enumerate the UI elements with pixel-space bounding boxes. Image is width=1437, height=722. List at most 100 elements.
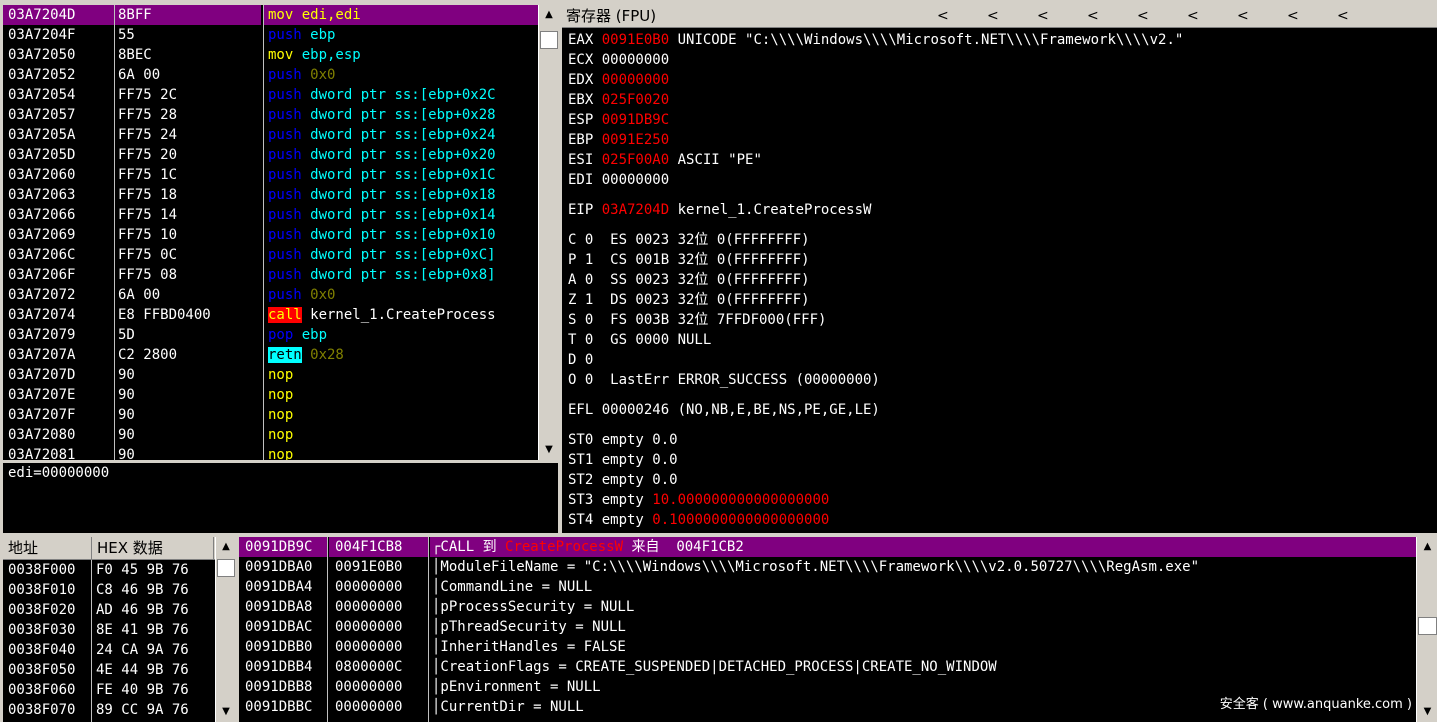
disasm-address[interactable]: 03A72069	[3, 225, 114, 245]
disasm-hex[interactable]: 5D	[115, 325, 261, 345]
stack-comment[interactable]: │pProcessSecurity = NULL	[430, 597, 1416, 617]
stack-row[interactable]: 0091DBA0 0091E0B0 │ModuleFileName = "C:\\\…	[239, 557, 1416, 577]
dump-row[interactable]: 0038F050 4E 44 9B 76	[3, 660, 215, 680]
disasm-hex[interactable]: FF75 20	[115, 145, 261, 165]
stack-address[interactable]: 0091DBB0	[239, 637, 327, 657]
register-line[interactable]: EBP 0091E250	[568, 130, 669, 150]
disasm-command[interactable]: push dword ptr ss:[ebp+0x1C	[264, 165, 538, 185]
disasm-hex[interactable]: 8BEC	[115, 45, 261, 65]
dump-address[interactable]: 0038F050	[3, 660, 91, 680]
stack-row[interactable]: 0091DBA8 00000000 │pProcessSecurity = NULL	[239, 597, 1416, 617]
disasm-row[interactable]: 03A72063 FF75 18 push dword ptr ss:[ebp+0x…	[3, 185, 538, 205]
disasm-hex[interactable]: 90	[115, 385, 261, 405]
disasm-address[interactable]: 03A72074	[3, 305, 114, 325]
scroll-up-icon[interactable]: ▲	[539, 7, 559, 23]
stack-address[interactable]: 0091DBA0	[239, 557, 327, 577]
dump-row[interactable]: 0038F060 FE 40 9B 76	[3, 680, 215, 700]
disasm-address[interactable]: 03A72050	[3, 45, 114, 65]
scroll-thumb[interactable]	[540, 31, 558, 49]
disasm-address[interactable]: 03A72079	[3, 325, 114, 345]
stack-address[interactable]: 0091DBA4	[239, 577, 327, 597]
scroll-thumb[interactable]	[1418, 617, 1437, 635]
scroll-up-icon[interactable]: ▲	[216, 539, 236, 555]
register-line[interactable]: ST0 empty 0.0	[568, 430, 678, 450]
disasm-address[interactable]: 03A72072	[3, 285, 114, 305]
disasm-address[interactable]: 03A72052	[3, 65, 114, 85]
disasm-command[interactable]: mov edi,edi	[264, 5, 538, 25]
disasm-row[interactable]: 03A7204D 8BFF mov edi,edi	[3, 5, 538, 25]
disasm-address[interactable]: 03A7205D	[3, 145, 114, 165]
disasm-hex[interactable]: 90	[115, 405, 261, 425]
register-line[interactable]: ECX 00000000	[568, 50, 669, 70]
disasm-hex[interactable]: FF75 2C	[115, 85, 261, 105]
disasm-address[interactable]: 03A7206C	[3, 245, 114, 265]
collapse-arrow-icon[interactable]: <	[1337, 5, 1349, 27]
stack-value[interactable]: 00000000	[329, 697, 428, 717]
register-line[interactable]: D 0	[568, 350, 593, 370]
disasm-command[interactable]: push dword ptr ss:[ebp+0x18	[264, 185, 538, 205]
disasm-row[interactable]: 03A7207D 90 nop	[3, 365, 538, 385]
dump-pane[interactable]: 0038F000 F0 45 9B 76 0038F010 C8 46 9B 76 00…	[3, 560, 215, 722]
disasm-hex[interactable]: C2 2800	[115, 345, 261, 365]
register-line[interactable]: ST4 empty 0.1000000000000000000	[568, 510, 829, 530]
disasm-address[interactable]: 03A7207A	[3, 345, 114, 365]
dump-address[interactable]: 0038F000	[3, 560, 91, 580]
disasm-command[interactable]: retn 0x28	[264, 345, 538, 365]
disasm-row[interactable]: 03A7207E 90 nop	[3, 385, 538, 405]
disasm-row[interactable]: 03A72069 FF75 10 push dword ptr ss:[ebp+0x…	[3, 225, 538, 245]
register-line[interactable]: S 0 FS 003B 32位 7FFDF000(FFF)	[568, 310, 826, 330]
dump-row[interactable]: 0038F020 AD 46 9B 76	[3, 600, 215, 620]
disasm-command[interactable]: push dword ptr ss:[ebp+0xC]	[264, 245, 538, 265]
stack-address[interactable]: 0091DBA8	[239, 597, 327, 617]
stack-value[interactable]: 00000000	[329, 617, 428, 637]
register-line[interactable]: EAX 0091E0B0 UNICODE "C:\\\\Windows\\\\M…	[568, 30, 1183, 50]
stack-row[interactable]: 0091DBB4 0800000C │CreationFlags = CREATE_…	[239, 657, 1416, 677]
dump-hex[interactable]: C8 46 9B 76	[93, 580, 215, 600]
register-line[interactable]: ESP 0091DB9C	[568, 110, 669, 130]
collapse-arrow-icon[interactable]: <	[1037, 5, 1049, 27]
disasm-address[interactable]: 03A7204F	[3, 25, 114, 45]
collapse-arrow-icon[interactable]: <	[1137, 5, 1149, 27]
disasm-command[interactable]: push 0x0	[264, 285, 538, 305]
stack-row[interactable]: 0091DB9C 004F1CB8 ┌CALL 到 CreateProcessW 来…	[239, 537, 1416, 557]
collapse-arrow-icon[interactable]: <	[1187, 5, 1199, 27]
disasm-row[interactable]: 03A7206F FF75 08 push dword ptr ss:[ebp+0x…	[3, 265, 538, 285]
disasm-address[interactable]: 03A72054	[3, 85, 114, 105]
disasm-row[interactable]: 03A72079 5D pop ebp	[3, 325, 538, 345]
register-line[interactable]: EDX 00000000	[568, 70, 669, 90]
dump-row[interactable]: 0038F040 24 CA 9A 76	[3, 640, 215, 660]
disasm-command[interactable]: push dword ptr ss:[ebp+0x24	[264, 125, 538, 145]
disasm-row[interactable]: 03A72050 8BEC mov ebp,esp	[3, 45, 538, 65]
disasm-command[interactable]: nop	[264, 405, 538, 425]
disassembly-pane[interactable]: 03A7204D 8BFF mov edi,edi 03A7204F 55 push eb…	[3, 5, 538, 460]
stack-row[interactable]: 0091DBAC 00000000 │pThreadSecurity = NULL	[239, 617, 1416, 637]
stack-address[interactable]: 0091DB9C	[239, 537, 327, 557]
register-line[interactable]: C 0 ES 0023 32位 0(FFFFFFFF)	[568, 230, 810, 250]
disasm-hex[interactable]: 90	[115, 445, 261, 460]
disasm-hex[interactable]: FF75 14	[115, 205, 261, 225]
disasm-hex[interactable]: FF75 28	[115, 105, 261, 125]
stack-row[interactable]: 0091DBA4 00000000 │CommandLine = NULL	[239, 577, 1416, 597]
register-line[interactable]: Z 1 DS 0023 32位 0(FFFFFFFF)	[568, 290, 810, 310]
dump-address[interactable]: 0038F040	[3, 640, 91, 660]
disasm-hex[interactable]: FF75 18	[115, 185, 261, 205]
dump-row[interactable]: 0038F010 C8 46 9B 76	[3, 580, 215, 600]
dump-col-hex[interactable]: HEX 数据	[92, 537, 214, 559]
collapse-arrow-icon[interactable]: <	[1287, 5, 1299, 27]
disasm-hex[interactable]: 8BFF	[115, 5, 261, 25]
disasm-address[interactable]: 03A7205A	[3, 125, 114, 145]
disasm-hex[interactable]: FF75 08	[115, 265, 261, 285]
stack-comment[interactable]: │InheritHandles = FALSE	[430, 637, 1416, 657]
disasm-row[interactable]: 03A72080 90 nop	[3, 425, 538, 445]
dump-address[interactable]: 0038F070	[3, 700, 91, 720]
stack-value[interactable]: 004F1CB8	[329, 537, 428, 557]
register-line[interactable]: EBX 025F0020	[568, 90, 669, 110]
stack-comment[interactable]: │CommandLine = NULL	[430, 577, 1416, 597]
dump-hex[interactable]: 24 CA 9A 76	[93, 640, 215, 660]
disasm-address[interactable]: 03A72080	[3, 425, 114, 445]
register-line[interactable]: EDI 00000000	[568, 170, 669, 190]
stack-address[interactable]: 0091DBAC	[239, 617, 327, 637]
disasm-address[interactable]: 03A72060	[3, 165, 114, 185]
register-line[interactable]: EIP 03A7204D kernel_1.CreateProcessW	[568, 200, 871, 220]
disasm-address[interactable]: 03A7207E	[3, 385, 114, 405]
